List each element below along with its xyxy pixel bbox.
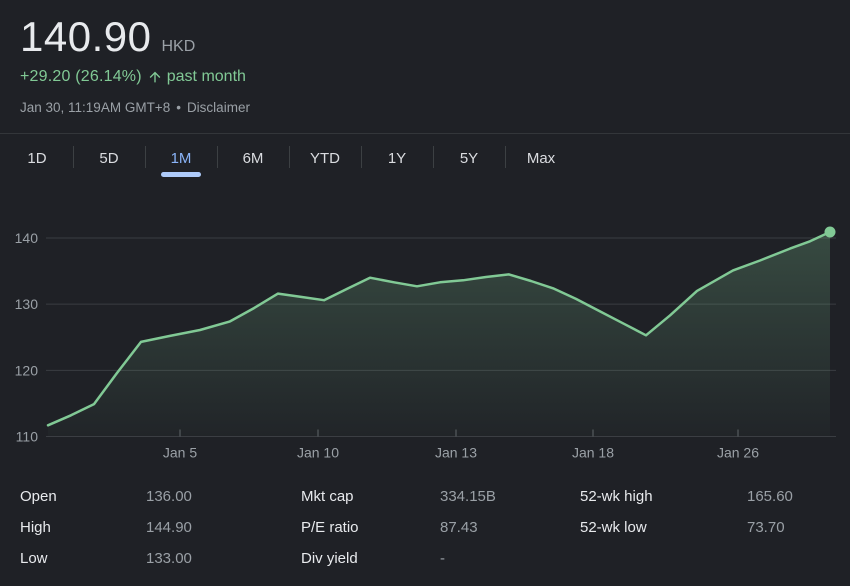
tab-max[interactable]: Max [505, 134, 577, 180]
tab-label: 1Y [388, 150, 406, 167]
stat-div-yield-label: Div yield [301, 543, 440, 574]
quote-timestamp: Jan 30, 11:19AM GMT+8 [20, 100, 170, 116]
stats-column: Mkt cap334.15BP/E ratio87.43Div yield- [301, 481, 580, 574]
stat-52-wk-low-value: 73.70 [747, 512, 830, 543]
stat-row-open: Open136.00 [20, 481, 301, 512]
stat-p-e-ratio-label: P/E ratio [301, 512, 440, 543]
active-tab-underline [161, 172, 201, 177]
x-axis-label: Jan 5 [163, 445, 197, 461]
price-change: +29.20 (26.14%) [20, 68, 142, 86]
y-axis-label: 130 [15, 296, 39, 312]
price-chart[interactable]: 140 130 120 110 Jan 5 Jan 10 Jan 13 Jan 18 Jan 2… [0, 200, 850, 470]
stat-low-value: 133.00 [146, 543, 301, 574]
quote-meta-row: Jan 30, 11:19AM GMT+8 • Disclaimer [20, 100, 830, 116]
tab-label: YTD [310, 150, 340, 167]
tab-label: 5Y [460, 150, 478, 167]
stat-row-div-yield: Div yield- [301, 543, 580, 574]
stat-52-wk-high-label: 52-wk high [580, 481, 747, 512]
x-axis-label: Jan 26 [717, 445, 759, 461]
stock-price: 140.90 [20, 14, 151, 60]
stat-row-p-e-ratio: P/E ratio87.43 [301, 512, 580, 543]
y-axis-label: 120 [15, 362, 39, 378]
stat-row-high: High144.90 [20, 512, 301, 543]
tab-label: Max [527, 150, 555, 167]
stat-div-yield-value: - [440, 543, 580, 574]
up-arrow-icon [147, 69, 163, 85]
stat-mkt-cap-label: Mkt cap [301, 481, 440, 512]
key-stats-table: Open136.00High144.90Low133.00Mkt cap334.… [20, 481, 850, 574]
stat-row-low: Low133.00 [20, 543, 301, 574]
stat-row-52-wk-low: 52-wk low73.70 [580, 512, 830, 543]
tab-label: 5D [99, 150, 118, 167]
price-row: 140.90 HKD [20, 14, 830, 60]
tab-1d[interactable]: 1D [1, 134, 73, 180]
y-axis-label: 140 [15, 230, 39, 246]
change-period: past month [167, 68, 246, 86]
tab-label: 1M [171, 150, 192, 167]
tab-label: 1D [27, 150, 46, 167]
tab-1m[interactable]: 1M [145, 134, 217, 180]
stat-52-wk-low-label: 52-wk low [580, 512, 747, 543]
tab-5y[interactable]: 5Y [433, 134, 505, 180]
tab-1y[interactable]: 1Y [361, 134, 433, 180]
stat-high-value: 144.90 [146, 512, 301, 543]
tab-5d[interactable]: 5D [73, 134, 145, 180]
x-axis-label: Jan 13 [435, 445, 477, 461]
time-range-tabs: 1D 5D 1M 6M YTD 1Y 5Y Max [0, 133, 850, 180]
stat-52-wk-high-value: 165.60 [747, 481, 830, 512]
disclaimer-link[interactable]: Disclaimer [187, 100, 250, 116]
stat-row-mkt-cap: Mkt cap334.15B [301, 481, 580, 512]
stat-open-value: 136.00 [146, 481, 301, 512]
quote-header: 140.90 HKD +29.20 (26.14%) past month Ja… [20, 14, 830, 116]
tab-label: 6M [243, 150, 264, 167]
stats-column: Open136.00High144.90Low133.00 [20, 481, 301, 574]
stat-low-label: Low [20, 543, 146, 574]
y-axis-label: 110 [16, 429, 39, 445]
separator-dot: • [176, 100, 181, 116]
stat-high-label: High [20, 512, 146, 543]
last-price-marker [825, 227, 836, 238]
stat-mkt-cap-value: 334.15B [440, 481, 580, 512]
stat-p-e-ratio-value: 87.43 [440, 512, 580, 543]
x-axis-label: Jan 18 [572, 445, 614, 461]
price-area-fill [48, 232, 830, 437]
x-axis-label: Jan 10 [297, 445, 339, 461]
stats-column: 52-wk high165.6052-wk low73.70 [580, 481, 830, 574]
price-change-row: +29.20 (26.14%) past month [20, 68, 830, 86]
stat-row-52-wk-high: 52-wk high165.60 [580, 481, 830, 512]
stat-open-label: Open [20, 481, 146, 512]
tab-ytd[interactable]: YTD [289, 134, 361, 180]
currency-label: HKD [161, 38, 195, 56]
tab-6m[interactable]: 6M [217, 134, 289, 180]
